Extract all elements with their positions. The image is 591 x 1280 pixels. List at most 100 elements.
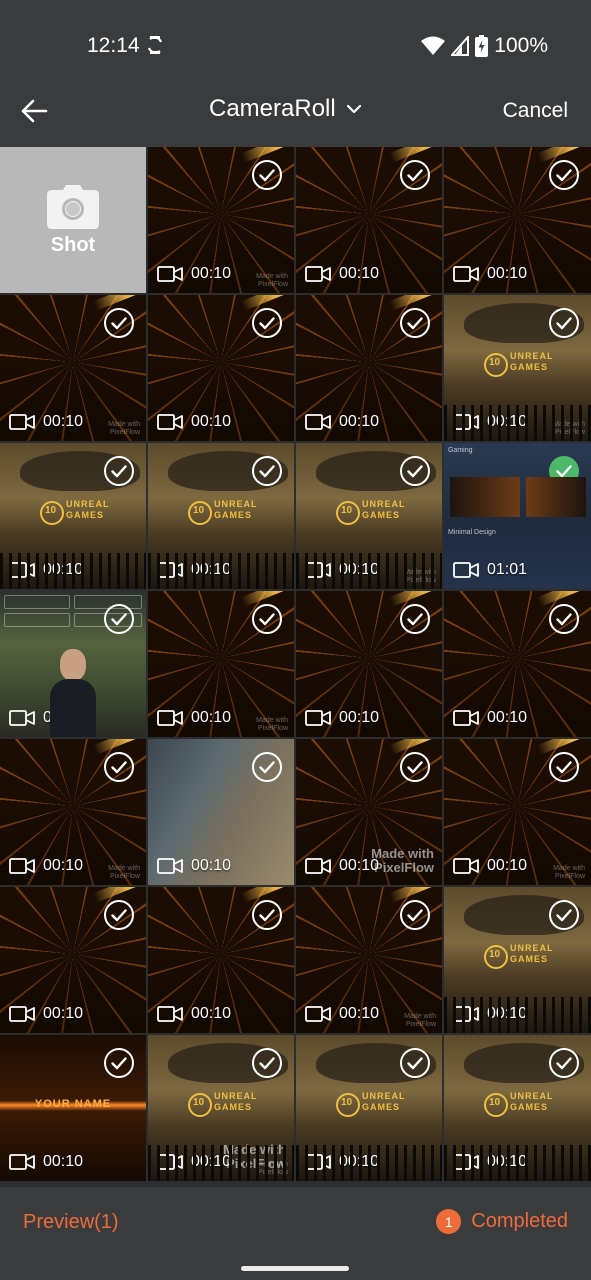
select-checkbox[interactable] <box>400 456 430 486</box>
select-checkbox[interactable] <box>252 308 282 338</box>
select-checkbox[interactable] <box>104 1048 134 1078</box>
video-thumbnail[interactable]: Gaming Minimal Design 01:01 <box>444 443 591 589</box>
video-duration: 00:10 <box>157 1005 231 1023</box>
select-checkbox[interactable] <box>549 308 579 338</box>
video-duration: 00:10 <box>305 265 379 283</box>
video-thumbnail[interactable]: 10 UNREAL GAMES Made with PixelFlow 00:10 <box>296 443 442 589</box>
video-thumbnail[interactable]: Made with PixelFlow 00:10 <box>0 295 146 441</box>
video-thumbnail[interactable]: 10 UNREAL GAMES Made with PixelFlow 00:10 <box>444 295 591 441</box>
video-thumbnail[interactable]: YOUR NAME 00:10 <box>0 1035 146 1181</box>
select-checkbox[interactable] <box>400 160 430 190</box>
video-thumbnail[interactable]: 10 UNREAL GAMES 00:10 <box>296 1035 442 1181</box>
select-checkbox[interactable] <box>400 1048 430 1078</box>
video-duration: 00:10 <box>157 1153 231 1171</box>
select-checkbox[interactable] <box>252 160 282 190</box>
video-thumbnail[interactable]: 00:10 <box>296 147 442 293</box>
video-thumbnail[interactable]: Made with PixelFlow 00:10 <box>444 739 591 885</box>
camera-icon <box>47 184 99 229</box>
duration-text: 00:10 <box>43 857 84 874</box>
select-checkbox[interactable] <box>252 456 282 486</box>
select-checkbox[interactable] <box>400 308 430 338</box>
video-duration: 00:10 <box>305 1005 379 1023</box>
duration-text: 00:10 <box>191 413 232 430</box>
video-thumbnail[interactable]: Made with PixelFlow 00:10 <box>296 739 442 885</box>
video-camera-icon <box>157 414 183 430</box>
video-thumbnail[interactable]: 10 UNREAL GAMES 00:10 <box>0 443 146 589</box>
select-checkbox[interactable] <box>104 752 134 782</box>
select-checkbox[interactable] <box>549 456 579 486</box>
video-camera-icon <box>453 266 479 282</box>
video-thumbnail[interactable]: 00:10 <box>296 591 442 737</box>
video-camera-icon <box>305 266 331 282</box>
game-logo-text: UNREAL GAMES <box>510 943 554 964</box>
video-camera-icon <box>9 562 35 578</box>
video-thumbnail[interactable]: 00:10 <box>444 147 591 293</box>
duration-text: 00:10 <box>339 413 380 430</box>
select-checkbox[interactable] <box>400 900 430 930</box>
video-thumbnail[interactable]: Made with PixelFlow 00:10 <box>0 739 146 885</box>
video-thumbnail[interactable]: 00:10 <box>148 887 294 1033</box>
duration-text: 00:10 <box>43 561 84 578</box>
video-thumbnail[interactable]: 00:10 <box>0 887 146 1033</box>
video-thumbnail[interactable]: 00:10 <box>296 295 442 441</box>
select-checkbox[interactable] <box>104 900 134 930</box>
game-logo-number: 10 <box>341 505 353 516</box>
video-thumbnail[interactable]: Made with PixelFlow 00:10 <box>148 147 294 293</box>
watermark-text: Made with PixelFlow <box>553 421 585 436</box>
video-thumbnail[interactable]: 10 UNREAL GAMES Made with PixelFlow Made wi… <box>148 1035 294 1181</box>
video-duration: 00:10 <box>453 265 527 283</box>
video-duration: 00:10 <box>157 265 231 283</box>
select-checkbox[interactable] <box>549 604 579 634</box>
select-checkbox[interactable] <box>252 752 282 782</box>
select-checkbox[interactable] <box>252 900 282 930</box>
video-camera-icon <box>453 1154 479 1170</box>
select-checkbox[interactable] <box>549 160 579 190</box>
duration-text: 00:10 <box>339 857 380 874</box>
video-thumbnail[interactable]: 10 UNREAL GAMES 00:10 <box>444 1035 591 1181</box>
back-button[interactable] <box>14 90 54 132</box>
completed-button[interactable]: 1 Completed <box>436 1209 568 1234</box>
video-camera-icon <box>305 1006 331 1022</box>
duration-text: 00:10 <box>191 1153 232 1170</box>
video-duration: 00:10 <box>453 709 527 727</box>
checkmark-icon <box>259 908 275 921</box>
video-duration: 00:14 <box>9 709 83 727</box>
home-indicator[interactable] <box>241 1266 349 1271</box>
select-checkbox[interactable] <box>400 604 430 634</box>
select-checkbox[interactable] <box>252 1048 282 1078</box>
video-thumbnail[interactable]: 00:14 <box>0 591 146 737</box>
video-camera-icon <box>9 1154 35 1170</box>
selected-count-badge: 1 <box>436 1209 462 1234</box>
select-checkbox[interactable] <box>104 308 134 338</box>
video-duration: 01:01 <box>453 561 527 579</box>
album-selector[interactable]: CameraRoll <box>209 95 362 123</box>
thumbnail-caption: Gaming <box>448 447 473 454</box>
video-duration: 00:10 <box>305 561 379 579</box>
camera-shot-tile[interactable]: Shot <box>0 147 146 293</box>
cancel-button[interactable]: Cancel <box>503 99 568 123</box>
select-checkbox[interactable] <box>549 752 579 782</box>
video-thumbnail[interactable]: 00:10 <box>444 591 591 737</box>
video-thumbnail[interactable]: Made with PixelFlow 00:10 <box>148 591 294 737</box>
select-checkbox[interactable] <box>549 1048 579 1078</box>
preview-button[interactable]: Preview(1) <box>23 1211 119 1234</box>
video-thumbnail[interactable]: 00:10 <box>148 295 294 441</box>
duration-text: 00:10 <box>43 413 84 430</box>
select-checkbox[interactable] <box>104 604 134 634</box>
duration-text: 00:14 <box>43 709 84 726</box>
video-duration: 00:10 <box>9 561 83 579</box>
game-logo-number: 10 <box>193 505 205 516</box>
video-thumbnail[interactable]: 10 UNREAL GAMES 00:10 <box>148 443 294 589</box>
select-checkbox[interactable] <box>104 456 134 486</box>
video-camera-icon <box>305 562 331 578</box>
duration-text: 00:10 <box>191 709 232 726</box>
video-thumbnail[interactable]: Made with PixelFlow 00:10 <box>296 887 442 1033</box>
video-thumbnail[interactable]: 10 UNREAL GAMES 00:10 <box>444 887 591 1033</box>
select-checkbox[interactable] <box>400 752 430 782</box>
select-checkbox[interactable] <box>252 604 282 634</box>
checkmark-icon <box>407 612 423 625</box>
video-duration: 00:10 <box>305 413 379 431</box>
video-thumbnail[interactable]: 00:10 <box>148 739 294 885</box>
select-checkbox[interactable] <box>549 900 579 930</box>
game-logo-text: UNREAL GAMES <box>214 1091 258 1112</box>
